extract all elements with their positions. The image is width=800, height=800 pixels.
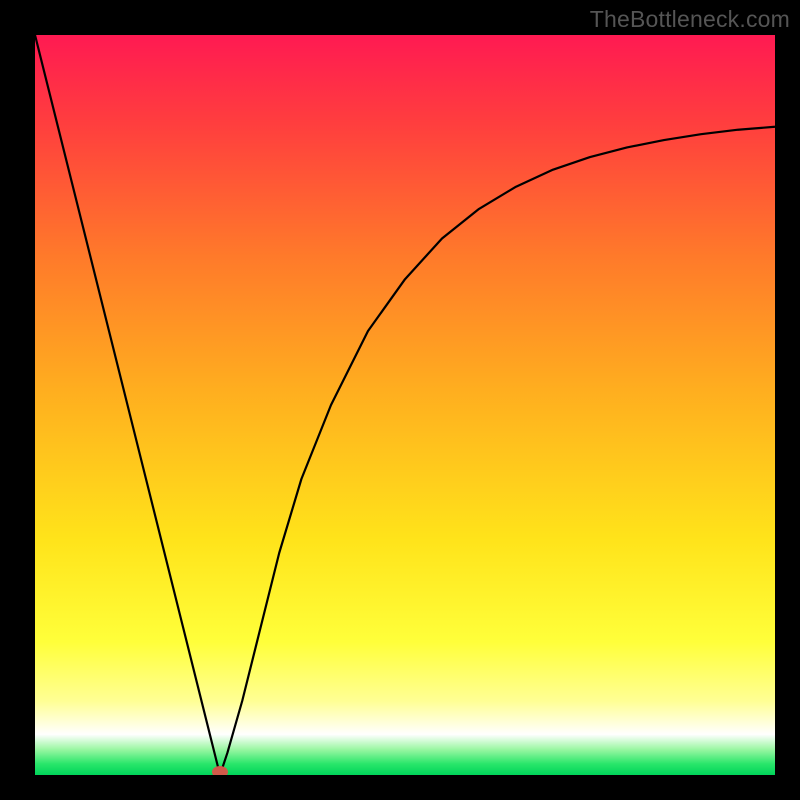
plot-area bbox=[35, 35, 775, 775]
gradient-background bbox=[35, 35, 775, 775]
watermark-text: TheBottleneck.com bbox=[590, 6, 790, 33]
chart-frame: TheBottleneck.com bbox=[0, 0, 800, 800]
chart-svg bbox=[35, 35, 775, 775]
